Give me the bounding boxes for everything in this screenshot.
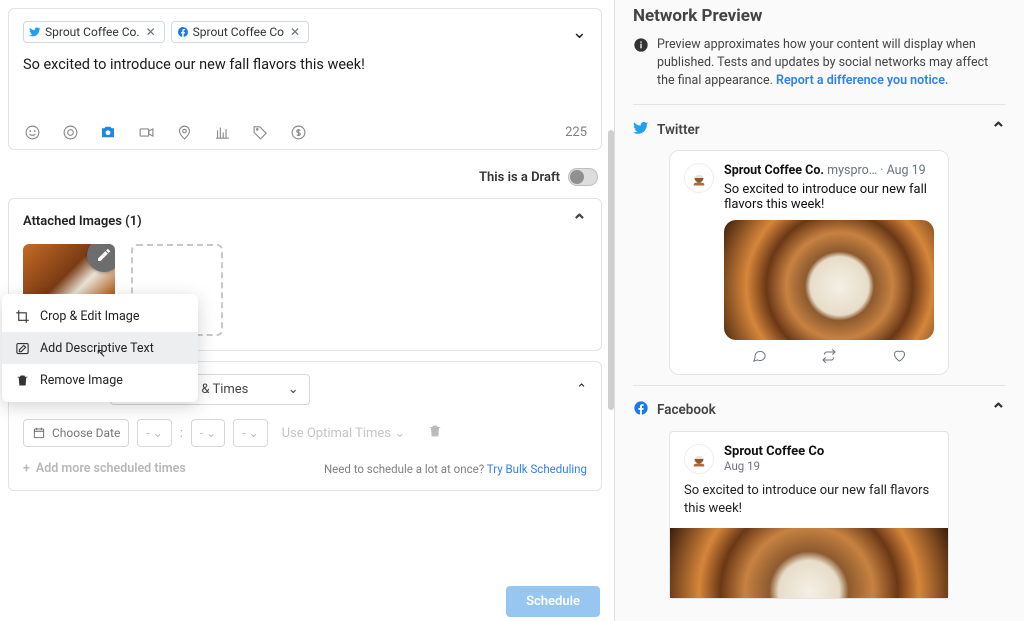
library-icon[interactable] <box>213 123 231 141</box>
add-descriptive-text-item[interactable]: Add Descriptive Text ↖ <box>2 332 198 364</box>
reply-icon[interactable] <box>751 348 767 364</box>
chevron-down-icon: ⌄ <box>288 382 299 397</box>
facebook-icon <box>633 400 649 420</box>
tw-preview-image <box>724 220 934 340</box>
optimal-times-button[interactable]: Use Optimal Times ⌄ <box>282 426 406 441</box>
crop-icon <box>14 308 30 324</box>
remove-account-icon[interactable]: ✕ <box>288 25 302 39</box>
network-preview-note: Preview approximates how your content wi… <box>633 36 1006 105</box>
pencil-icon <box>96 247 112 263</box>
cursor-icon: ↖ <box>96 346 106 360</box>
collapse-icon[interactable]: ⌃ <box>991 119 1006 140</box>
crop-edit-image-item[interactable]: Crop & Edit Image <box>2 300 198 332</box>
bulk-scheduling-hint: Need to schedule a lot at once? Try Bulk… <box>324 462 587 476</box>
account-pill-facebook[interactable]: Sprout Coffee Co ✕ <box>171 21 309 43</box>
fb-body: So excited to introduce our new fall fla… <box>684 482 934 518</box>
account-pills-row: Sprout Coffee Co. ✕ Sprout Coffee Co ✕ ⌄ <box>23 21 587 43</box>
remove-image-item[interactable]: Remove Image <box>2 364 198 396</box>
retweet-icon[interactable] <box>821 348 837 364</box>
account-pill-twitter[interactable]: Sprout Coffee Co. ✕ <box>23 21 165 43</box>
facebook-section-header: Facebook ⌃ <box>633 386 1006 431</box>
video-icon[interactable] <box>137 123 155 141</box>
dollar-icon[interactable] <box>289 123 307 141</box>
emoji-icon[interactable] <box>23 123 41 141</box>
add-more-times-button[interactable]: + Add more scheduled times <box>23 461 186 476</box>
fb-preview-image <box>670 528 948 598</box>
trash-icon[interactable] <box>427 423 443 443</box>
bulk-scheduling-link[interactable]: Try Bulk Scheduling <box>487 462 587 476</box>
calendar-icon <box>32 426 46 440</box>
trash-icon <box>14 372 30 388</box>
edit-image-button[interactable] <box>87 244 115 272</box>
char-count: 225 <box>565 125 587 140</box>
camera-icon[interactable] <box>99 123 117 141</box>
tw-author-handle: myspro… <box>827 163 877 178</box>
choose-date-button[interactable]: Choose Date <box>23 419 129 447</box>
avatar <box>684 163 714 193</box>
tw-body: So excited to introduce our new fall fla… <box>724 182 934 212</box>
draft-toggle[interactable] <box>568 168 598 186</box>
network-preview-title: Network Preview <box>633 0 1006 36</box>
composer-card: Sprout Coffee Co. ✕ Sprout Coffee Co ✕ ⌄… <box>8 8 602 150</box>
accounts-dropdown-icon[interactable]: ⌄ <box>572 22 587 43</box>
fb-author-name: Sprout Coffee Co <box>724 444 824 459</box>
hour-select[interactable]: - ⌄ <box>137 419 171 447</box>
info-icon <box>633 37 649 53</box>
collapse-icon[interactable]: ⌃ <box>576 382 587 397</box>
edit-text-icon <box>14 340 30 356</box>
location-icon[interactable] <box>175 123 193 141</box>
schedule-button[interactable]: Schedule <box>506 586 600 617</box>
avatar <box>684 444 714 474</box>
fb-date: Aug 19 <box>724 459 824 473</box>
minute-select[interactable]: - ⌄ <box>191 419 225 447</box>
target-icon[interactable] <box>61 123 79 141</box>
collapse-icon[interactable]: ⌃ <box>572 211 587 232</box>
draft-label: This is a Draft <box>479 170 560 185</box>
image-context-menu: Crop & Edit Image Add Descriptive Text ↖… <box>2 294 198 402</box>
remove-account-icon[interactable]: ✕ <box>144 25 158 39</box>
twitter-section-header: Twitter ⌃ <box>633 105 1006 150</box>
tw-author-name: Sprout Coffee Co. <box>724 163 824 178</box>
tag-icon[interactable] <box>251 123 269 141</box>
choose-date-label: Choose Date <box>52 426 120 440</box>
account-pill-label: Sprout Coffee Co <box>193 25 284 39</box>
ampm-select[interactable]: - ⌄ <box>233 419 267 447</box>
twitter-preview-card: Sprout Coffee Co. myspro… · Aug 19 So ex… <box>669 150 949 374</box>
facebook-preview-card: Sprout Coffee Co Aug 19 So excited to in… <box>669 431 949 599</box>
message-input[interactable]: So excited to introduce our new fall fla… <box>23 55 587 111</box>
collapse-icon[interactable]: ⌃ <box>991 400 1006 421</box>
scrollbar[interactable] <box>608 0 614 580</box>
report-difference-link[interactable]: Report a difference you notice. <box>776 73 948 88</box>
account-pill-label: Sprout Coffee Co. <box>45 25 140 39</box>
like-icon[interactable] <box>891 348 907 364</box>
attached-images-header: Attached Images (1) <box>23 214 142 229</box>
plus-icon: + <box>23 461 30 476</box>
twitter-icon <box>633 120 649 140</box>
facebook-icon <box>177 26 189 38</box>
composer-toolbar: 225 <box>23 123 587 141</box>
tw-date: Aug 19 <box>887 163 926 178</box>
twitter-icon <box>29 26 41 38</box>
draft-row: This is a Draft <box>8 160 602 198</box>
